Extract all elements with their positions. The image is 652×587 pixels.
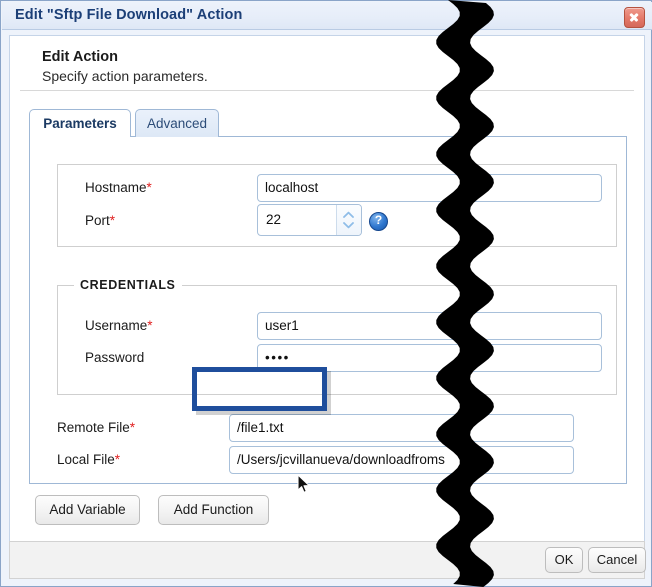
local-file-label: Local File* [57, 452, 120, 467]
help-icon-glyph: ? [370, 212, 387, 229]
hostname-input[interactable]: localhost [257, 174, 602, 202]
dialog-titlebar: Edit "Sftp File Download" Action [2, 2, 652, 30]
ok-button[interactable]: OK [545, 547, 583, 573]
chevron-down-icon[interactable] [343, 222, 354, 229]
password-label: Password [85, 350, 144, 365]
add-variable-button[interactable]: Add Variable [35, 495, 140, 525]
close-icon[interactable] [624, 7, 645, 28]
port-label: Port* [85, 213, 115, 228]
active-tab-notch [30, 135, 130, 138]
connection-group: Hostname* localhost Port* 22 [57, 164, 617, 247]
local-file-input[interactable]: /Users/jcvillanueva/downloadfroms [229, 446, 574, 474]
port-required-marker: * [110, 213, 115, 228]
edit-action-dialog: Edit "Sftp File Download" Action Edit Ac… [0, 0, 652, 587]
dialog-body: Edit Action Specify action parameters. P… [9, 35, 645, 543]
tab-parameters[interactable]: Parameters [29, 109, 131, 137]
page-subtitle: Specify action parameters. [42, 68, 208, 84]
remote-file-label: Remote File* [57, 420, 135, 435]
page-title: Edit Action [42, 49, 118, 65]
local-file-required-marker: * [115, 452, 120, 467]
hostname-label: Hostname* [85, 180, 152, 195]
dialog-footer: OK Cancel [9, 541, 645, 579]
help-icon[interactable]: ? [369, 212, 388, 231]
port-stepper-buttons[interactable] [336, 205, 361, 235]
dialog-title: Edit "Sftp File Download" Action [15, 7, 242, 23]
remote-file-required-marker: * [130, 420, 135, 435]
username-label: Username* [85, 318, 153, 333]
tab-advanced[interactable]: Advanced [135, 109, 219, 137]
username-required-marker: * [147, 318, 152, 333]
add-function-button[interactable]: Add Function [158, 495, 269, 525]
header-divider [20, 90, 634, 91]
remote-file-highlight-annotation [192, 367, 327, 411]
chevron-up-icon[interactable] [343, 211, 354, 218]
cancel-button[interactable]: Cancel [588, 547, 646, 573]
port-stepper[interactable]: 22 [257, 204, 362, 236]
screenshot-root: Edit "Sftp File Download" Action Edit Ac… [0, 0, 652, 587]
hostname-required-marker: * [147, 180, 152, 195]
username-input[interactable]: user1 [257, 312, 602, 340]
port-input[interactable]: 22 [266, 212, 281, 227]
tab-content-parameters: Hostname* localhost Port* 22 [29, 136, 627, 484]
credentials-group: CREDENTIALS Username* user1 Password •••… [57, 285, 617, 395]
credentials-legend: CREDENTIALS [74, 278, 182, 292]
remote-file-input[interactable]: /file1.txt [229, 414, 574, 442]
